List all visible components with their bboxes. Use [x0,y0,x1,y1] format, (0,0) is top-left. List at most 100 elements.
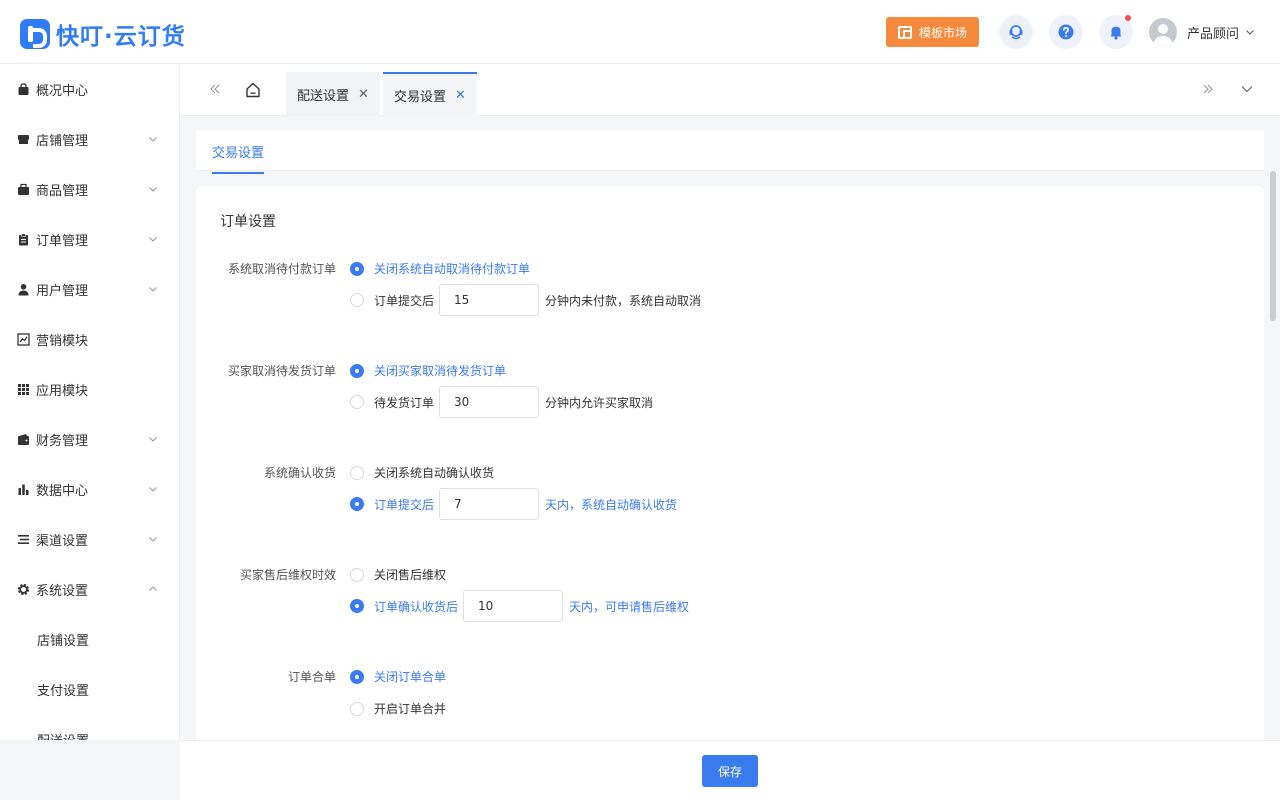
sidebar-item-products[interactable]: 商品管理 [0,164,179,214]
cancel-unpaid-minutes-input[interactable] [439,284,540,316]
headset-icon [1009,25,1023,40]
sidebar-item-label: 店铺管理 [36,133,89,149]
clipboard-icon [16,232,30,246]
template-market-label: 模板市场 [918,25,967,40]
tab-bar: 配送设置 ✕ 交易设置 ✕ [180,64,1280,116]
trend-icon [16,332,30,346]
customer-service-button[interactable] [999,15,1033,49]
tab-delivery-settings[interactable]: 配送设置 ✕ [286,72,380,116]
sidebar-item-apps[interactable]: 应用模块 [0,364,179,414]
radio-dot [350,567,364,582]
logo[interactable]: 快叮·云订货 [20,17,186,51]
settings-tab-header: 交易设置 [196,130,1264,174]
auto-confirm-label: 系统确认收货 [263,466,336,480]
buyer-cancel-label: 买家取消待发货订单 [227,364,336,378]
scrollbar[interactable] [1270,171,1276,321]
logo-text: 快叮·云订货 [56,24,186,50]
user-menu[interactable]: 产品顾问 [1149,18,1255,46]
merge-off-radio[interactable]: 关闭订单合单 [350,668,446,685]
sidebar-item-orders[interactable]: 订单管理 [0,214,179,264]
chevron-down-icon [149,437,157,442]
sidebar-item-channels[interactable]: 渠道设置 [0,514,179,564]
sidebar-item-finance[interactable]: 财务管理 [0,414,179,464]
sidebar-subitem-delivery-settings[interactable]: 配送设置 [0,714,179,741]
chevron-down-icon [149,487,157,492]
sidebar-item-label: 渠道设置 [36,533,89,549]
sidebar-item-marketing[interactable]: 营销模块 [0,314,179,364]
chevron-down-icon [149,287,157,292]
sidebar-item-label: 营销模块 [36,333,89,349]
sidebar-item-label: 订单管理 [36,233,89,249]
double-chevron-right-icon[interactable] [1201,82,1215,96]
apps-icon [16,382,30,396]
radio-dot [350,395,364,409]
radio-dot [350,669,364,684]
sidebar-item-data[interactable]: 数据中心 [0,464,179,514]
avatar [1149,18,1177,46]
radio-suffix: 天内，可申请售后维权 [569,599,690,614]
sidebar-subitem-store-settings[interactable]: 店铺设置 [0,614,179,664]
radio-label: 待发货订单 [374,395,435,410]
user-icon [16,282,30,296]
close-icon[interactable]: ✕ [358,88,369,101]
after-sale-days-input[interactable] [463,590,564,622]
radio-dot [350,701,364,716]
chevron-down-icon [149,137,157,142]
radio-label: 订单提交后 [374,293,435,308]
sidebar-item-label: 商品管理 [36,183,89,199]
buyer-cancel-off-radio[interactable]: 关闭买家取消待发货订单 [350,362,506,379]
buyer-cancel-timer-radio[interactable]: 待发货订单 分钟内允许买家取消 [350,386,653,418]
template-market-button[interactable]: 模板市场 [886,17,979,47]
chevron-down-icon [149,187,157,192]
radio-dot [350,261,364,276]
tab-trade-settings[interactable]: 交易设置 ✕ [383,72,477,116]
radio-label: 开启订单合并 [374,702,447,716]
after-sale-off-radio[interactable]: 关闭售后维权 [350,566,446,583]
sidebar-item-overview[interactable]: 概况中心 [0,64,179,114]
chevron-down-icon [149,237,157,242]
sidebar-item-store[interactable]: 店铺管理 [0,114,179,164]
buyer-cancel-minutes-input[interactable] [439,386,540,418]
cancel-unpaid-label: 系统取消待付款订单 [227,262,336,276]
sidebar: 概况中心 店铺管理 商品管理 订单管理 用户管理 营销模块 应用模块 财务管理 … [0,64,180,740]
auto-confirm-days-input[interactable] [439,488,540,520]
merge-label: 订单合单 [287,670,336,684]
tab-label: 配送设置 [297,88,350,104]
after-sale-timer-radio[interactable]: 订单确认收货后 天内，可申请售后维权 [350,590,689,622]
sidebar-item-users[interactable]: 用户管理 [0,264,179,314]
home-icon[interactable] [244,81,262,99]
sidebar-subitem-payment-settings[interactable]: 支付设置 [0,664,179,714]
auto-confirm-off-radio[interactable]: 关闭系统自动确认收货 [350,464,494,481]
list-icon [16,532,30,546]
close-icon[interactable]: ✕ [455,89,466,102]
chevron-down-icon[interactable] [1240,82,1254,96]
radio-dot [350,599,364,613]
radio-label: 订单提交后 [374,497,435,512]
merge-on-radio[interactable]: 开启订单合并 [350,700,446,717]
chevron-down-icon [1246,30,1254,35]
notification-badge [1125,15,1131,21]
notification-button[interactable] [1099,15,1133,49]
cancel-unpaid-timer-radio[interactable]: 订单提交后 分钟内未付款，系统自动取消 [350,284,701,316]
question-icon [1058,24,1074,40]
sidebar-item-system[interactable]: 系统设置 [0,564,179,614]
double-chevron-left-icon[interactable] [208,82,222,96]
tab-trade-settings-content[interactable]: 交易设置 [212,142,265,174]
radio-label: 关闭系统自动确认收货 [374,466,495,480]
save-button[interactable]: 保存 [702,755,758,787]
auto-confirm-timer-radio[interactable]: 订单提交后 天内，系统自动确认收货 [350,488,677,520]
radio-label: 订单确认收货后 [374,599,459,614]
radio-label: 关闭售后维权 [374,568,447,582]
wallet-icon [16,432,30,446]
sidebar-item-label: 数据中心 [36,483,89,499]
radio-dot [350,497,364,511]
top-header: 快叮·云订货 模板市场 产品顾问 [0,0,1280,64]
store-icon [16,132,30,146]
bell-icon [1110,26,1122,40]
sidebar-item-label: 财务管理 [36,433,89,449]
cancel-unpaid-off-radio[interactable]: 关闭系统自动取消待付款订单 [350,260,530,277]
radio-suffix: 天内，系统自动确认收货 [545,497,678,512]
help-button[interactable] [1049,15,1083,49]
radio-label: 关闭系统自动取消待付款订单 [374,262,531,276]
order-settings-panel: 订单设置 系统取消待付款订单 关闭系统自动取消待付款订单 订单提交后 分钟内未付… [196,186,1264,746]
